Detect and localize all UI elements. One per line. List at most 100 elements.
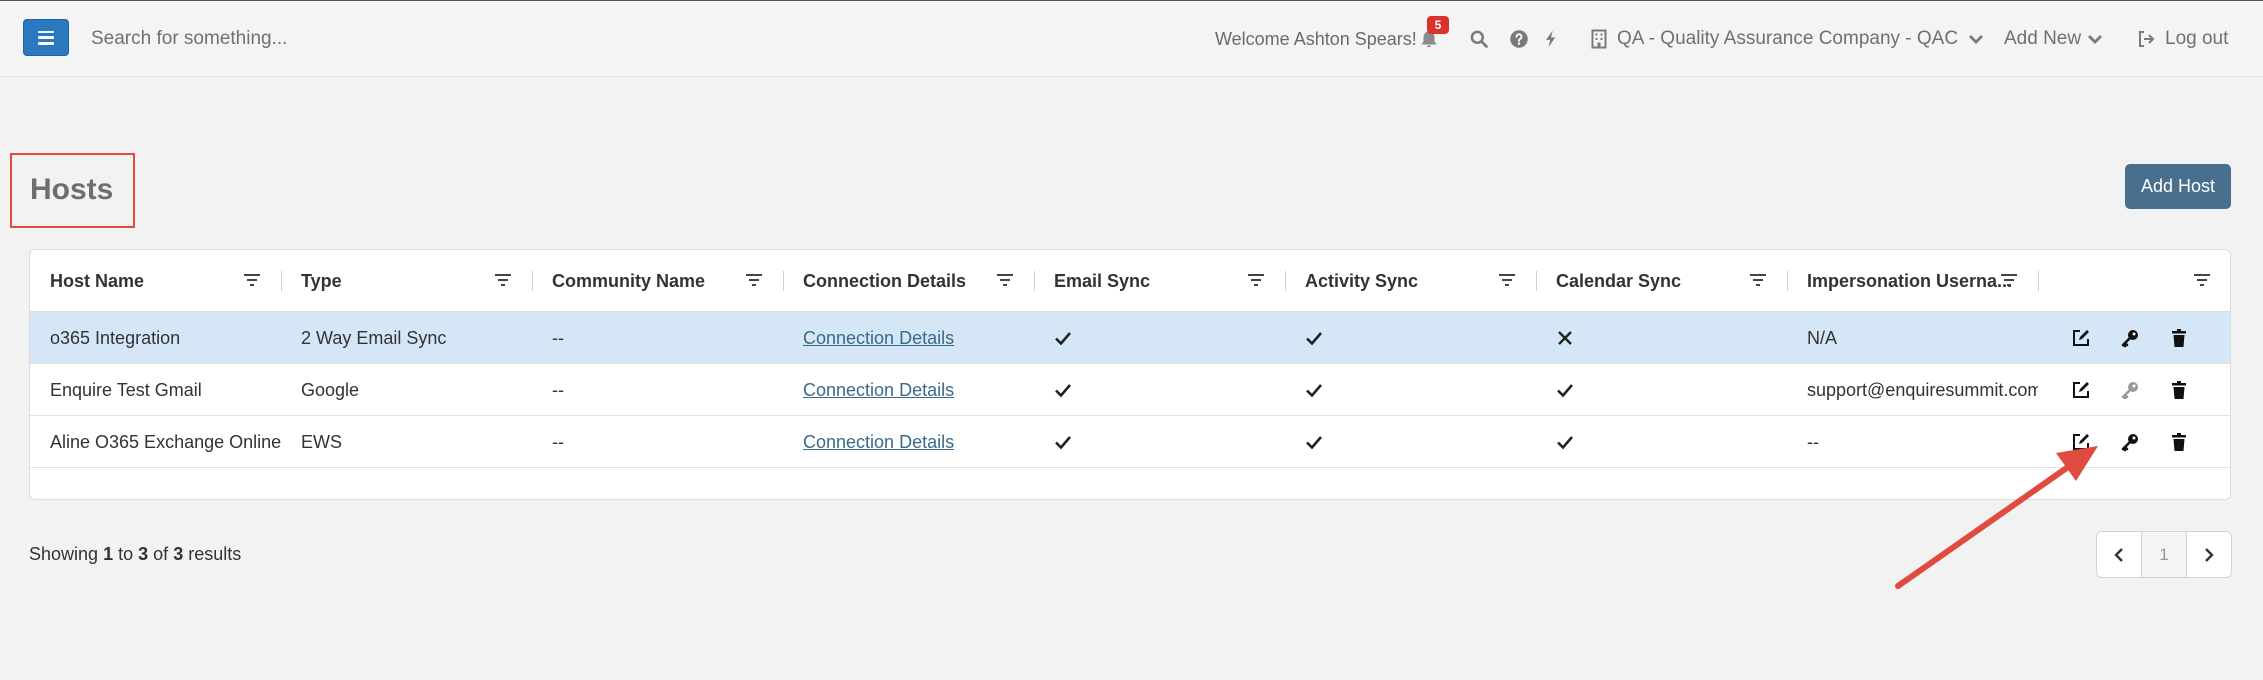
column-resize-handle[interactable]: [1034, 271, 1035, 291]
logout-link[interactable]: Log out: [2137, 28, 2228, 50]
check-icon: [1557, 436, 1573, 450]
building-icon: [1591, 29, 1607, 49]
filter-icon[interactable]: [996, 272, 1014, 288]
column-resize-handle[interactable]: [2038, 271, 2039, 291]
community-cell: --: [552, 379, 564, 400]
filter-icon[interactable]: [1749, 272, 1767, 288]
edit-icon[interactable]: [2071, 432, 2091, 452]
results-word: results: [188, 544, 242, 564]
menu-icon: [38, 30, 54, 45]
column-resize-handle[interactable]: [1787, 271, 1788, 291]
trash-icon[interactable]: [2169, 328, 2189, 348]
company-name: QA - Quality Assurance Company - QAC: [1617, 28, 1959, 49]
table-row[interactable]: Aline O365 Exchange Online S EWS -- Conn…: [30, 416, 2230, 468]
total-count: 3: [173, 544, 184, 564]
add-host-button[interactable]: Add Host: [2125, 164, 2231, 209]
trash-icon[interactable]: [2169, 432, 2189, 452]
column-label: Host Name: [50, 270, 145, 291]
add-new-dropdown[interactable]: Add New: [2004, 28, 2103, 50]
check-icon: [1055, 332, 1071, 346]
filter-icon[interactable]: [2000, 272, 2018, 288]
connection-cell: Connection Details: [783, 364, 1034, 416]
column-label: Type: [301, 270, 342, 291]
filter-icon[interactable]: [745, 272, 763, 288]
search-icon[interactable]: [1469, 29, 1489, 49]
lightning-icon[interactable]: [1541, 29, 1561, 49]
column-label: Connection Details: [803, 270, 967, 291]
table-row[interactable]: o365 Integration 2 Way Email Sync -- Con…: [30, 312, 2230, 364]
type-cell: 2 Way Email Sync: [301, 327, 447, 348]
column-label: Impersonation Userna...: [1807, 270, 2013, 291]
community-cell: --: [552, 431, 564, 452]
to-word: to: [118, 544, 134, 564]
type-cell: Google: [301, 379, 360, 400]
results-summary: Showing 1 to 3 of 3 results: [29, 544, 241, 565]
column-label: Calendar Sync: [1556, 270, 1682, 291]
prev-page-button[interactable]: [2097, 532, 2141, 577]
table-header: Host Name Type Community Name Connection…: [30, 250, 2230, 312]
key-icon[interactable]: [2120, 328, 2140, 348]
column-resize-handle[interactable]: [281, 271, 282, 291]
filter-icon[interactable]: [1247, 272, 1265, 288]
pagination: 1: [2096, 531, 2232, 578]
impersonation-cell: --: [1807, 431, 1819, 452]
connection-details-link[interactable]: Connection Details: [803, 328, 954, 349]
column-resize-handle[interactable]: [1285, 271, 1286, 291]
help-icon[interactable]: [1509, 29, 1529, 49]
x-icon: [1558, 331, 1572, 345]
check-icon: [1557, 384, 1573, 398]
next-page-button[interactable]: [2186, 532, 2231, 577]
filter-icon[interactable]: [494, 272, 512, 288]
community-cell: --: [552, 327, 564, 348]
showing-prefix: Showing: [29, 544, 99, 564]
column-resize-handle[interactable]: [1536, 271, 1537, 291]
trash-icon[interactable]: [2169, 380, 2189, 400]
connection-details-link[interactable]: Connection Details: [803, 380, 954, 401]
edit-icon[interactable]: [2071, 380, 2091, 400]
welcome-message: Welcome Ashton Spears!: [1215, 29, 1417, 49]
notification-count-badge: 5: [1427, 16, 1449, 34]
page-title: Hosts: [30, 173, 114, 206]
hamburger-menu-button[interactable]: [23, 19, 69, 56]
company-selector[interactable]: QA - Quality Assurance Company - QAC: [1591, 28, 1984, 50]
key-icon[interactable]: [2120, 432, 2140, 452]
column-label: Activity Sync: [1305, 270, 1419, 291]
host-name-cell: Enquire Test Gmail: [50, 379, 202, 400]
chevron-down-icon: [1969, 35, 1984, 44]
type-cell: EWS: [301, 431, 343, 452]
connection-cell: Connection Details: [783, 416, 1034, 468]
top-navbar: Search for something... Welcome Ashton S…: [0, 1, 2263, 77]
impersonation-cell: support@enquiresummit.com: [1807, 379, 2038, 400]
column-resize-handle[interactable]: [532, 271, 533, 291]
edit-icon[interactable]: [2071, 328, 2091, 348]
range-start: 1: [103, 544, 114, 564]
check-icon: [1306, 384, 1322, 398]
host-name-cell: o365 Integration: [50, 327, 181, 348]
chevron-left-icon: [2114, 547, 2123, 562]
global-search-input[interactable]: Search for something...: [91, 28, 287, 50]
filter-icon[interactable]: [2193, 272, 2211, 288]
column-resize-handle[interactable]: [783, 271, 784, 291]
impersonation-cell: N/A: [1807, 327, 1838, 348]
column-label: Community Name: [552, 270, 706, 291]
of-word: of: [153, 544, 169, 564]
add-new-label: Add New: [2004, 28, 2082, 49]
table-row[interactable]: Enquire Test Gmail Google -- Connection …: [30, 364, 2230, 416]
filter-icon[interactable]: [243, 272, 261, 288]
column-label: Email Sync: [1054, 270, 1151, 291]
check-icon: [1055, 436, 1071, 450]
hosts-table: Host Name Type Community Name Connection…: [29, 249, 2231, 500]
key-icon-disabled: [2121, 382, 2138, 400]
page-number-button[interactable]: 1: [2141, 532, 2186, 577]
filter-icon[interactable]: [1498, 272, 1516, 288]
connection-details-link[interactable]: Connection Details: [803, 432, 954, 453]
check-icon: [1306, 436, 1322, 450]
range-end: 3: [138, 544, 149, 564]
sign-out-icon: [2139, 31, 2155, 47]
host-name-cell: Aline O365 Exchange Online S: [50, 431, 281, 452]
chevron-right-icon: [2205, 547, 2214, 562]
chevron-down-icon: [2088, 35, 2103, 44]
check-icon: [1055, 384, 1071, 398]
connection-cell: Connection Details: [783, 312, 1034, 364]
check-icon: [1306, 332, 1322, 346]
